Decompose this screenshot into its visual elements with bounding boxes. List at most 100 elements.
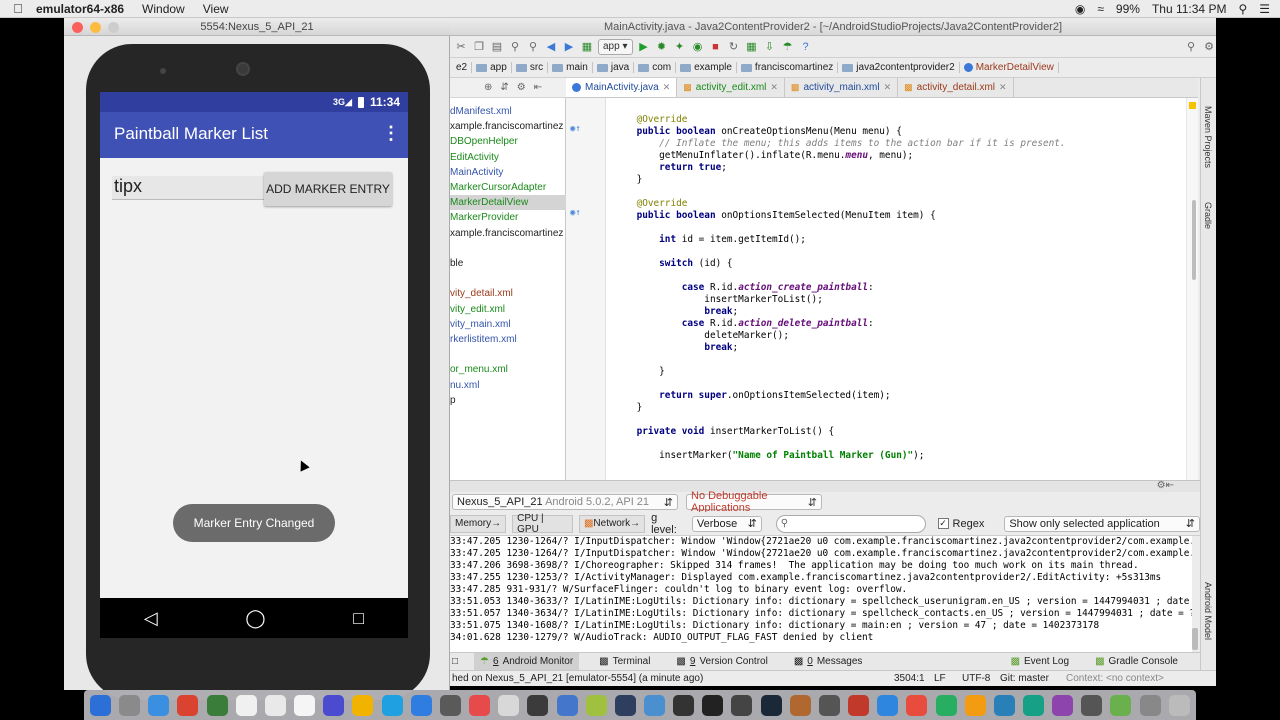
run-icon[interactable]: ▶: [637, 40, 651, 54]
dock-app-icon[interactable]: [731, 694, 753, 716]
tab-mainactivity-java[interactable]: MainActivity.java ✕: [566, 78, 678, 97]
project-tree-item[interactable]: or_menu.xml: [450, 362, 508, 377]
zoom-window-icon[interactable]: [108, 22, 119, 33]
menubar-clock[interactable]: Thu 11:34 PM: [1152, 2, 1226, 16]
project-tree-item[interactable]: MarkerProvider: [450, 210, 518, 225]
close-tab-icon[interactable]: ✕: [770, 82, 778, 93]
project-tree-item[interactable]: xample.franciscomartinez: [450, 226, 563, 241]
cut-icon[interactable]: ✂: [454, 40, 468, 54]
tree-settings-icon[interactable]: ⚙: [517, 82, 526, 93]
close-tab-icon[interactable]: ✕: [884, 82, 892, 93]
dock-app-icon[interactable]: [206, 694, 228, 716]
override-marker-icon[interactable]: ◉↑: [570, 124, 581, 134]
help-icon[interactable]: ?: [799, 40, 813, 54]
breadcrumb-item[interactable]: franciscomartinez: [737, 62, 839, 73]
tab-activity-main-xml[interactable]: ▩ activity_main.xml ✕: [785, 78, 899, 97]
breadcrumb-item[interactable]: main: [548, 62, 593, 73]
breadcrumb-item[interactable]: app: [472, 62, 512, 73]
dock-app-icon[interactable]: [177, 694, 199, 716]
file-encoding[interactable]: UTF-8: [962, 673, 1000, 684]
sync-icon[interactable]: ↻: [727, 40, 741, 54]
add-marker-entry-button[interactable]: ADD MARKER ENTRY: [264, 172, 392, 206]
editor-scrollbar[interactable]: [1192, 200, 1196, 280]
battery-percent[interactable]: 99%: [1116, 2, 1140, 16]
close-window-icon[interactable]: [72, 22, 83, 33]
breadcrumb-item[interactable]: java: [593, 62, 635, 73]
debug-icon[interactable]: ✹: [655, 40, 669, 54]
dock-app-icon[interactable]: [148, 694, 170, 716]
project-tree-item[interactable]: MainActivity: [450, 165, 503, 180]
project-tree-item[interactable]: MarkerCursorAdapter: [450, 180, 546, 195]
marker-name-input[interactable]: tipx: [112, 176, 272, 200]
breadcrumb-item[interactable]: java2contentprovider2: [838, 62, 960, 73]
dock-app-icon[interactable]: [993, 694, 1015, 716]
avd-manager-icon[interactable]: ▦: [745, 40, 759, 54]
project-tree-item[interactable]: vity_edit.xml: [450, 302, 505, 317]
dock-app-icon[interactable]: [877, 694, 899, 716]
override-marker-icon[interactable]: ◉↑: [570, 208, 581, 218]
paste-icon[interactable]: ▤: [490, 40, 504, 54]
project-tree-item[interactable]: nu.xml: [450, 378, 479, 393]
tab-memory[interactable]: Memory →: [450, 514, 507, 533]
dock-app-icon[interactable]: [1110, 694, 1132, 716]
minimize-window-icon[interactable]: [90, 22, 101, 33]
recents-icon[interactable]: □: [353, 608, 364, 629]
project-tree-item[interactable]: DBOpenHelper: [450, 134, 518, 149]
settings-icon[interactable]: ⚙: [1202, 40, 1216, 54]
close-tab-icon[interactable]: ✕: [663, 82, 671, 93]
dock-app-icon[interactable]: [1139, 694, 1161, 716]
breadcrumb-item[interactable]: com: [634, 62, 677, 73]
tool-window-toggle-icon[interactable]: □: [450, 653, 460, 671]
wifi-icon[interactable]: ≈: [1097, 2, 1104, 16]
code-editor[interactable]: ◉↑ ◉↑ @Override public boolean onCreateO…: [566, 98, 1186, 480]
dock-app-icon[interactable]: [556, 694, 578, 716]
tab-event-log[interactable]: ▩ Event Log: [1005, 653, 1076, 671]
monitor-settings-icon[interactable]: ⚙⇤: [1157, 480, 1174, 491]
breadcrumb-item[interactable]: src: [512, 62, 549, 73]
dock-app-icon[interactable]: [381, 694, 403, 716]
regex-checkbox[interactable]: ✓ Regex: [937, 518, 984, 530]
tab-activity-detail-xml[interactable]: ▩ activity_detail.xml ✕: [898, 78, 1014, 97]
warning-indicator-icon[interactable]: [1189, 102, 1196, 109]
tab-android-monitor[interactable]: ☂ 6 Android Monitor: [474, 652, 580, 671]
log-level-select[interactable]: Verbose ⇵: [691, 515, 762, 532]
project-tree-item[interactable]: p: [450, 393, 456, 408]
caret-position[interactable]: 3504:1: [894, 673, 934, 684]
dock-app-icon[interactable]: [673, 694, 695, 716]
dock-app-icon[interactable]: [439, 694, 461, 716]
dock-app-icon[interactable]: [818, 694, 840, 716]
collapse-icon[interactable]: ⇵: [500, 82, 508, 93]
dock-app-icon[interactable]: [119, 694, 141, 716]
dock-app-icon[interactable]: [702, 694, 724, 716]
copy-icon[interactable]: ❐: [472, 40, 486, 54]
dock-app-icon[interactable]: [1168, 694, 1190, 716]
maven-projects-tool[interactable]: Maven Projects: [1203, 106, 1213, 168]
tab-network[interactable]: ▩ Network →: [578, 514, 646, 533]
dock-app-icon[interactable]: [527, 694, 549, 716]
back-nav-icon[interactable]: ◀: [544, 40, 558, 54]
tab-activity-edit-xml[interactable]: ▩ activity_edit.xml ✕: [677, 78, 785, 97]
dock-app-icon[interactable]: [264, 694, 286, 716]
forward-nav-icon[interactable]: ▶: [562, 40, 576, 54]
dock-app-icon[interactable]: [352, 694, 374, 716]
project-tree-item[interactable]: xample.franciscomartinez: [450, 119, 563, 134]
dock-app-icon[interactable]: [760, 694, 782, 716]
project-tree-item[interactable]: EditActivity: [450, 150, 499, 165]
coverage-icon[interactable]: ◉: [691, 40, 705, 54]
dock-app-icon[interactable]: [964, 694, 986, 716]
dock-app-icon[interactable]: [789, 694, 811, 716]
dock-app-icon[interactable]: [614, 694, 636, 716]
dock-app-icon[interactable]: [410, 694, 432, 716]
stop-icon[interactable]: ■: [709, 40, 723, 54]
tab-gradle-console[interactable]: ▩ Gradle Console: [1089, 653, 1184, 671]
tab-cpu-gpu[interactable]: CPU | GPU: [512, 513, 573, 535]
dock-app-icon[interactable]: [498, 694, 520, 716]
locate-icon[interactable]: ⊕: [484, 82, 492, 93]
dock-app-icon[interactable]: [235, 694, 257, 716]
make-icon[interactable]: ▦: [580, 40, 594, 54]
search-icon[interactable]: ⚲: [1238, 2, 1247, 16]
project-tree-item[interactable]: vity_detail.xml: [450, 286, 513, 301]
attach-debugger-icon[interactable]: ✦: [673, 40, 687, 54]
project-tree-item[interactable]: MarkerDetailView: [450, 195, 566, 211]
replace-icon[interactable]: ⚲: [526, 40, 540, 54]
